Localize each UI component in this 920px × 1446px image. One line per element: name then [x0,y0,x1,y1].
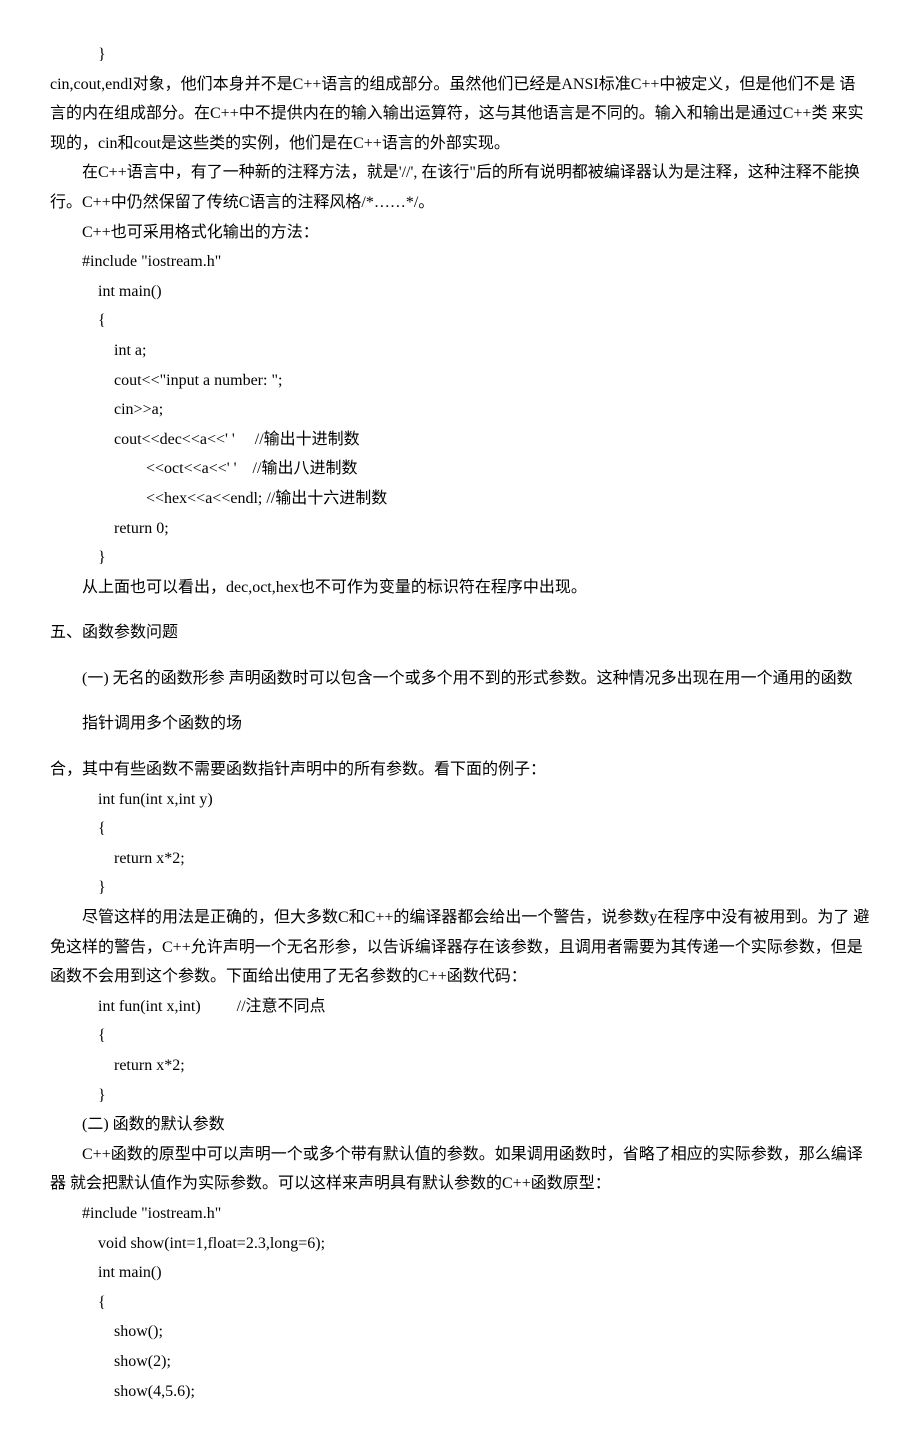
code-fun1-decl: int fun(int x,int y) [50,785,870,815]
item-1-line1: (一) 无名的函数形参 声明函数时可以包含一个或多个用不到的形式参数。这种情况多… [50,664,870,694]
paragraph-comments: 在C++语言中，有了一种新的注释方法，就是'//', 在该行"后的所有说明都被编… [50,158,870,217]
item-1-line2: 指针调用多个函数的场 [50,709,870,739]
code-fun2-open: { [50,1021,870,1051]
code-fun1-return: return x*2; [50,844,870,874]
code3-show-2: show(4,5.6); [50,1377,870,1407]
code-fun2-return: return x*2; [50,1051,870,1081]
item-2: (二) 函数的默认参数 [50,1110,870,1140]
code-return: return 0; [50,514,870,544]
code-brace: } [50,40,870,70]
code-close-brace: } [50,543,870,573]
code-main-decl: int main() [50,277,870,307]
code-cin-a: cin>>a; [50,395,870,425]
paragraph-formatted-output: C++也可采用格式化输出的方法： [50,218,870,248]
code3-show-0: show(); [50,1317,870,1347]
code-cout-hex: <<hex<<a<<endl; //输出十六进制数 [50,484,870,514]
paragraph-default-params: C++函数的原型中可以声明一个或多个带有默认值的参数。如果调用函数时，省略了相应… [50,1140,870,1199]
code-fun2-close: } [50,1081,870,1111]
code-fun1-close: } [50,873,870,903]
code-fun1-open: { [50,814,870,844]
code-int-a: int a; [50,336,870,366]
code-cout-dec: cout<<dec<<a<<' ' //输出十进制数 [50,425,870,455]
code-open-brace: { [50,306,870,336]
code3-show-1: show(2); [50,1347,870,1377]
paragraph-unnamed-param: 尽管这样的用法是正确的，但大多数C和C++的编译器都会给出一个警告，说参数y在程… [50,903,870,992]
section-title-5: 五、函数参数问题 [50,618,870,648]
code-cout-oct: <<oct<<a<<' ' //输出八进制数 [50,454,870,484]
code3-main-decl: int main() [50,1258,870,1288]
code3-show-decl: void show(int=1,float=2.3,long=6); [50,1229,870,1259]
paragraph-dec-oct-hex: 从上面也可以看出，dec,oct,hex也不可作为变量的标识符在程序中出现。 [50,573,870,603]
code3-include: #include "iostream.h" [50,1199,870,1229]
code3-open-brace: { [50,1288,870,1318]
paragraph-example-intro: 合，其中有些函数不需要函数指针声明中的所有参数。看下面的例子： [50,755,870,785]
code-include: #include "iostream.h" [50,247,870,277]
paragraph-cin-cout: cin,cout,endl对象，他们本身并不是C++语言的组成部分。虽然他们已经… [50,70,870,159]
code-fun2-decl: int fun(int x,int) //注意不同点 [50,992,870,1022]
code-cout-prompt: cout<<"input a number: "; [50,366,870,396]
